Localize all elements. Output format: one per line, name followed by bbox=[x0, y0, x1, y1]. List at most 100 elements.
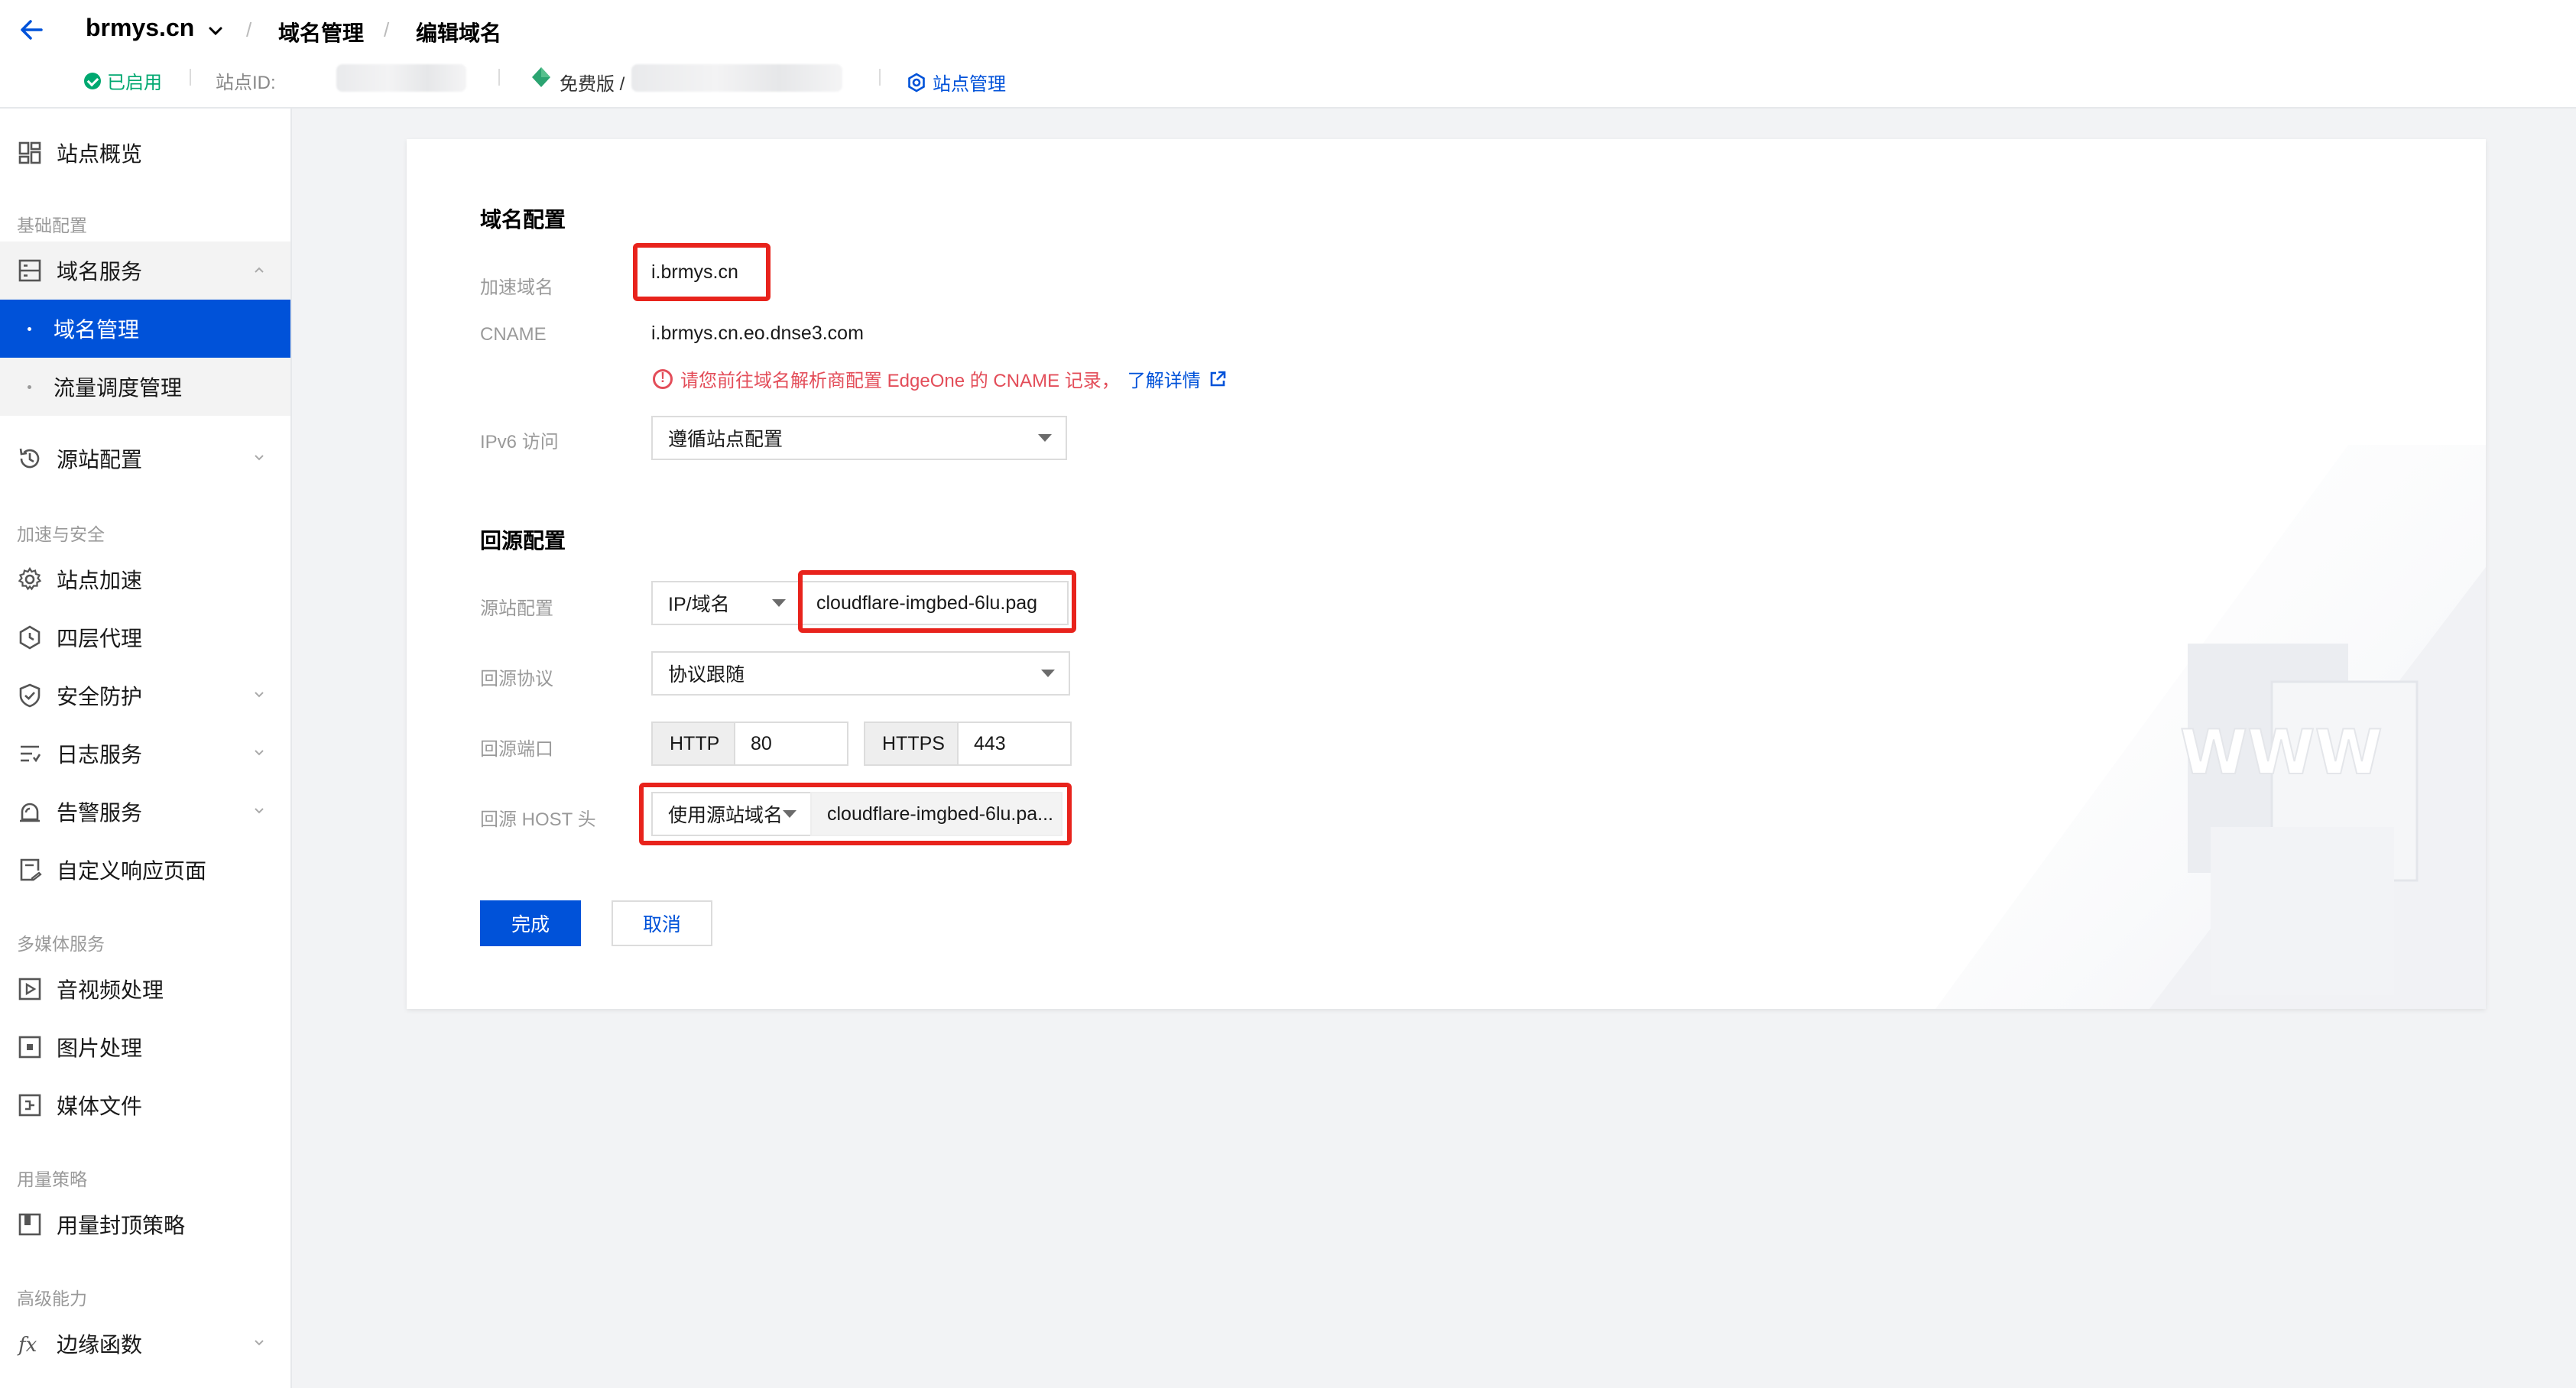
sidebar-item-domain-service[interactable]: 域名服务 bbox=[0, 242, 290, 300]
sidebar-item-label: 域名服务 bbox=[57, 260, 143, 284]
chevron-down-icon bbox=[255, 1340, 264, 1346]
origin-type-value: IP/域名 bbox=[668, 594, 730, 615]
cname-warning: 请您前往域名解析商配置 EdgeOne 的 CNAME 记录， 了解详情 bbox=[653, 365, 1227, 392]
sidebar-item-traffic-scheduling[interactable]: 流量调度管理 bbox=[0, 358, 290, 416]
hexagon-icon bbox=[19, 625, 41, 650]
plan-diamond-icon bbox=[532, 67, 550, 87]
sidebar-item-label: 图片处理 bbox=[57, 1036, 143, 1060]
site-management-link[interactable]: 站点管理 bbox=[907, 69, 1006, 96]
sidebar-item-label: 告警服务 bbox=[57, 801, 143, 825]
learn-more-link[interactable]: 了解详情 bbox=[1127, 365, 1201, 392]
http-addon: HTTP bbox=[651, 722, 735, 766]
cname-value: i.brmys.cn.eo.dnse3.com bbox=[651, 323, 864, 344]
log-list-icon bbox=[21, 745, 41, 763]
sidebar-item-origin-config[interactable]: 源站配置 bbox=[0, 430, 290, 488]
section-usage: 用量策略 bbox=[17, 1169, 87, 1189]
host-type-value: 使用源站域名 bbox=[668, 805, 784, 826]
www-illustration: WWW bbox=[1935, 445, 2486, 1009]
cname-label: CNAME bbox=[480, 324, 547, 345]
accel-domain-label: 加速域名 bbox=[480, 277, 553, 298]
top-header: brmys.cn / 域名管理 / 编辑域名 已启用 站点ID: 免费版 / 站… bbox=[0, 0, 2576, 109]
sidebar-item-media-files[interactable]: 媒体文件 bbox=[0, 1076, 290, 1134]
function-icon: fx bbox=[17, 1334, 37, 1357]
submit-button[interactable]: 完成 bbox=[480, 900, 581, 946]
origin-label: 源站配置 bbox=[480, 598, 553, 619]
chevron-up-icon bbox=[255, 267, 264, 273]
https-addon: HTTPS bbox=[864, 722, 959, 766]
protocol-label: 回源协议 bbox=[480, 669, 553, 689]
sidebar-item-alarm-service[interactable]: 告警服务 bbox=[0, 783, 290, 841]
section-media: 多媒体服务 bbox=[17, 934, 105, 954]
sidebar-item-label: 用量封顶策略 bbox=[57, 1214, 186, 1237]
site-id-redacted bbox=[336, 64, 466, 92]
host-header-input[interactable]: cloudflare-imgbed-6lu.pa... bbox=[810, 792, 1063, 836]
chevron-down-icon bbox=[255, 692, 264, 698]
svg-text:fx: fx bbox=[17, 1334, 37, 1357]
sidebar-item-av-processing[interactable]: 音视频处理 bbox=[0, 960, 290, 1018]
alarm-icon bbox=[20, 803, 40, 822]
section-basic: 基础配置 bbox=[17, 216, 87, 235]
server-icon bbox=[18, 259, 41, 282]
sidebar-item-l4-proxy[interactable]: 四层代理 bbox=[0, 608, 290, 666]
svg-text:WWW: WWW bbox=[2180, 717, 2383, 788]
breadcrumb-domain-management[interactable]: 域名管理 bbox=[278, 17, 364, 47]
ipv6-label: IPv6 访问 bbox=[480, 432, 559, 452]
shield-icon bbox=[19, 683, 41, 708]
sidebar-item-security[interactable]: 安全防护 bbox=[0, 666, 290, 725]
divider bbox=[190, 69, 191, 86]
edit-domain-card: WWW 域名配置 加速域名 i.brmys.cn CNAME i.brmys.c… bbox=[407, 139, 2486, 1009]
sidebar-item-label: 站点概览 bbox=[57, 142, 143, 166]
plan-id-redacted bbox=[631, 64, 842, 92]
site-name[interactable]: brmys.cn bbox=[86, 14, 194, 42]
image-icon bbox=[18, 1036, 41, 1059]
ipv6-select[interactable]: 遵循站点配置 bbox=[651, 416, 1067, 460]
port-label: 回源端口 bbox=[480, 739, 553, 760]
section-advanced: 高级能力 bbox=[17, 1289, 87, 1309]
protocol-select[interactable]: 协议跟随 bbox=[651, 651, 1070, 696]
origin-domain-input[interactable]: cloudflare-imgbed-6lu.pag bbox=[800, 581, 1069, 625]
settings-icon bbox=[908, 72, 925, 92]
sidebar-item-label: 安全防护 bbox=[57, 685, 143, 709]
sidebar-item-log-service[interactable]: 日志服务 bbox=[0, 725, 290, 783]
external-link-icon[interactable] bbox=[1209, 370, 1227, 388]
video-icon bbox=[18, 978, 41, 1000]
back-arrow-icon[interactable] bbox=[15, 14, 47, 46]
sidebar-item-label: 日志服务 bbox=[57, 743, 143, 767]
cancel-button[interactable]: 取消 bbox=[612, 900, 712, 946]
cname-warning-text: 请您前往域名解析商配置 EdgeOne 的 CNAME 记录， bbox=[680, 371, 1120, 391]
site-id-label: 站点ID: bbox=[216, 73, 276, 93]
divider bbox=[498, 69, 500, 86]
sidebar-item-label: 媒体文件 bbox=[57, 1095, 143, 1118]
error-circle-icon bbox=[653, 368, 673, 389]
chevron-down-icon bbox=[255, 808, 264, 814]
sidebar-item-domain-management[interactable]: 域名管理 bbox=[0, 300, 290, 358]
sidebar-item-custom-error-page[interactable]: 自定义响应页面 bbox=[0, 841, 290, 899]
caret-down-icon bbox=[1038, 434, 1052, 442]
sidebar-item-label: 流量调度管理 bbox=[54, 376, 183, 400]
https-port-input[interactable]: 443 bbox=[957, 722, 1072, 766]
caret-down-icon bbox=[1041, 670, 1055, 677]
media-file-icon bbox=[18, 1094, 41, 1117]
chevron-down-icon[interactable] bbox=[206, 21, 225, 40]
protocol-select-value: 协议跟随 bbox=[668, 664, 745, 686]
host-type-select[interactable]: 使用源站域名 bbox=[651, 792, 812, 836]
chevron-down-icon bbox=[255, 455, 264, 461]
divider bbox=[879, 69, 881, 86]
origin-type-select[interactable]: IP/域名 bbox=[651, 581, 801, 625]
domain-config-title: 域名配置 bbox=[480, 208, 566, 232]
http-port-input[interactable]: 80 bbox=[734, 722, 848, 766]
sidebar-item-image-processing[interactable]: 图片处理 bbox=[0, 1018, 290, 1076]
history-icon bbox=[19, 448, 40, 469]
sidebar-item-overview[interactable]: 站点概览 bbox=[0, 124, 290, 182]
caret-down-icon bbox=[783, 810, 796, 818]
sidebar-item-edge-functions[interactable]: fx 边缘函数 bbox=[0, 1315, 290, 1373]
status-badge: 已启用 bbox=[84, 67, 162, 94]
sidebar-item-usage-cap[interactable]: 用量封顶策略 bbox=[0, 1195, 290, 1253]
chevron-down-icon bbox=[255, 750, 264, 756]
sidebar-item-label: 自定义响应页面 bbox=[57, 859, 207, 883]
sidebar-item-label: 音视频处理 bbox=[57, 978, 164, 1002]
sidebar-item-label: 四层代理 bbox=[57, 627, 143, 650]
caret-down-icon bbox=[772, 599, 786, 607]
dashboard-icon bbox=[18, 141, 41, 164]
sidebar-item-site-acceleration[interactable]: 站点加速 bbox=[0, 550, 290, 608]
